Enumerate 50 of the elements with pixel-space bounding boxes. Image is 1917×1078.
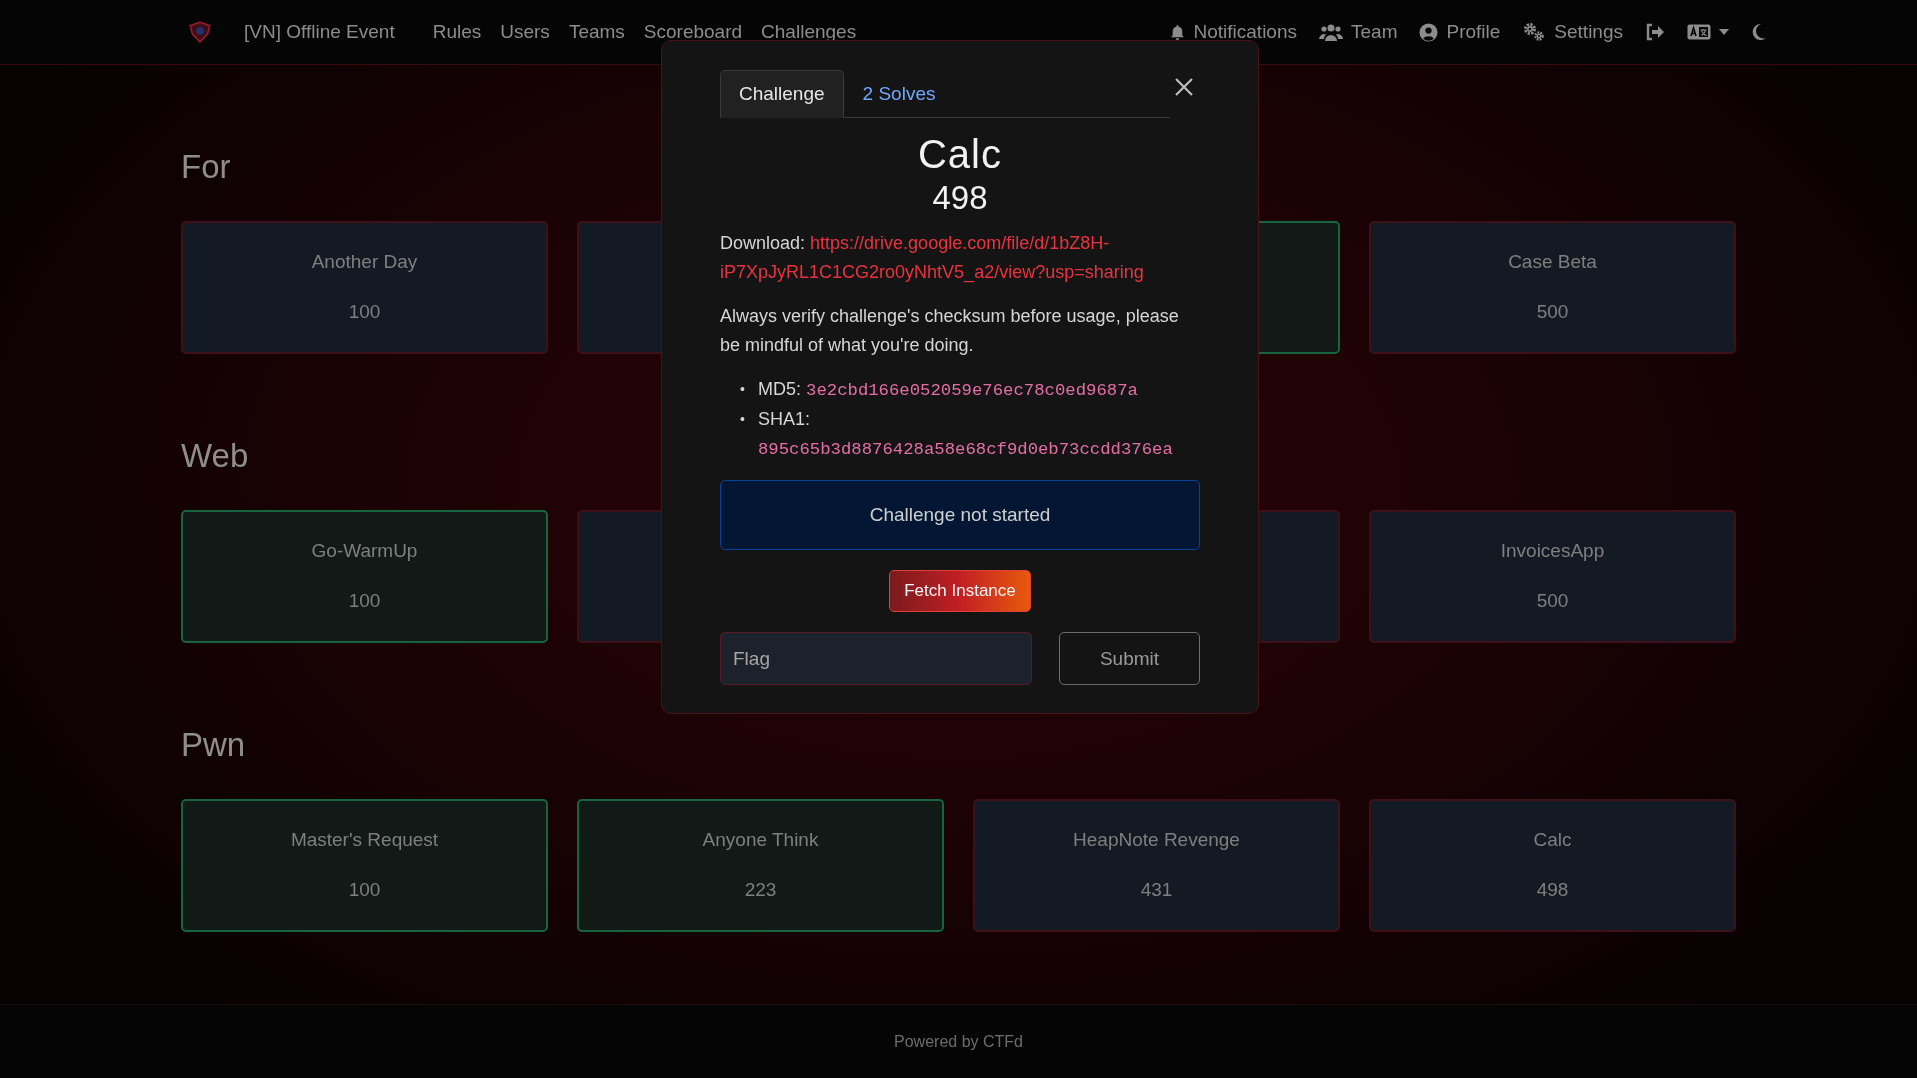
hash-label: SHA1: xyxy=(758,409,811,429)
nav-link[interactable]: Challenges xyxy=(761,21,857,43)
fetch-instance-button[interactable]: Fetch Instance xyxy=(889,570,1031,612)
logo-icon[interactable] xyxy=(187,19,213,45)
hash-value: 3e2cbd166e052059e76ec78c0ed9687a xyxy=(806,381,1138,400)
bullet: • xyxy=(740,410,745,429)
challenge-card[interactable]: Calc 498 xyxy=(1369,798,1736,932)
tab[interactable]: Challenge xyxy=(720,70,844,118)
moon-icon xyxy=(1751,23,1767,41)
logout-icon xyxy=(1645,23,1665,41)
challenge-card[interactable]: HeapNote Revenge 431 xyxy=(973,798,1340,932)
challenge-card[interactable]: Anyone Think 223 xyxy=(577,798,944,932)
challenge-card[interactable]: Case Beta 500 xyxy=(1369,220,1736,354)
close-icon xyxy=(1174,77,1194,97)
tab[interactable]: 2 Solves xyxy=(843,70,955,118)
nav-link[interactable]: Scoreboard xyxy=(643,21,743,43)
brand-link[interactable]: [VN] Offline Event xyxy=(244,21,395,43)
team-link[interactable]: Team xyxy=(1319,21,1398,43)
user-circle-icon xyxy=(1419,22,1439,42)
hash-label: MD5: xyxy=(758,379,801,399)
language-icon xyxy=(1687,24,1711,40)
category-heading: For xyxy=(181,147,231,187)
challenge-card[interactable]: Master's Request 100 xyxy=(181,798,548,932)
notifications-link[interactable]: Notifications xyxy=(1168,21,1297,43)
nav-link[interactable]: Users xyxy=(500,21,550,43)
category-heading: Web xyxy=(181,436,249,476)
theme-toggle[interactable] xyxy=(1751,23,1767,41)
gears-icon xyxy=(1522,22,1547,42)
status-text: Challenge not started xyxy=(869,504,1051,526)
category-heading: Pwn xyxy=(181,725,246,765)
footer-text: Powered by CTFd xyxy=(894,1033,1023,1051)
hash-value: 895c65b3d8876428a58e68cf9d0eb73ccdd376ea xyxy=(758,440,1173,459)
caret-icon xyxy=(1719,29,1729,35)
description-text: Always verify challenge's checksum before usage, please be mindful of what you're doing. xyxy=(720,305,1180,357)
settings-link[interactable]: Settings xyxy=(1522,21,1623,43)
flag-input[interactable]: Flag xyxy=(720,632,1032,685)
download-text[interactable]: Download: https://drive.google.com/file/d/1bZ8H-iP7XpJyRL1C1CG2ro0yNhtV5_a2/view?usp=sharing xyxy=(720,229,1200,287)
submit-button[interactable]: Submit xyxy=(1059,632,1200,685)
bullet: • xyxy=(740,380,745,399)
challenge-card[interactable]: Another Day 100 xyxy=(181,220,548,354)
logout-link[interactable] xyxy=(1645,23,1665,41)
profile-link[interactable]: Profile xyxy=(1419,21,1501,43)
language-dropdown[interactable] xyxy=(1687,24,1729,40)
challenge-points: 498 xyxy=(931,179,989,217)
nav-link[interactable]: Teams xyxy=(568,21,625,43)
challenge-card[interactable]: Go-WarmUp 100 xyxy=(181,509,548,643)
users-icon xyxy=(1319,23,1343,41)
challenge-card[interactable]: InvoicesApp 500 xyxy=(1369,509,1736,643)
challenge-title: Calc xyxy=(917,132,1003,177)
nav-link[interactable]: Rules xyxy=(432,21,482,43)
